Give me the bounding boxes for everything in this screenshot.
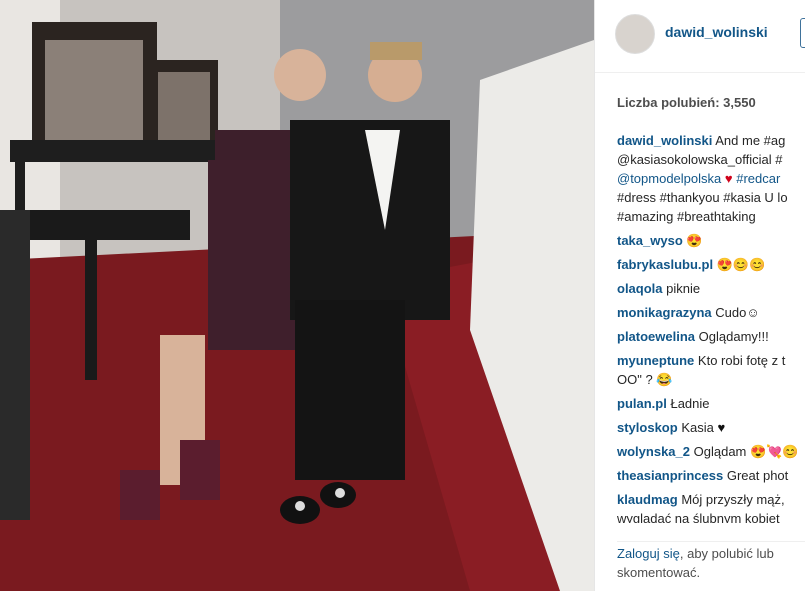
comment: platoewelina Oglądamy!!!: [617, 327, 805, 346]
caption-line: #dress #thankyou #kasia U lo: [617, 190, 788, 205]
comment-text: Oglądamy!!!: [698, 329, 769, 344]
comment-text: 😍😊😊: [716, 257, 766, 272]
comment-username[interactable]: platoewelina: [617, 329, 695, 344]
comment-text: Cudo☺: [715, 305, 760, 320]
caption-mention[interactable]: @topmodelpolska: [617, 171, 721, 186]
comment-text: Mój przyszły mąż,: [681, 492, 785, 507]
comment-username[interactable]: pulan.pl: [617, 396, 667, 411]
post-username[interactable]: dawid_wolinski: [665, 24, 768, 40]
comment-username[interactable]: taka_wyso: [617, 233, 683, 248]
comment: taka_wyso 😍: [617, 231, 805, 250]
comment-text: Oglądam 😍💘😊: [693, 444, 799, 459]
post-header: dawid_wolinski: [595, 0, 805, 73]
login-link[interactable]: Zaloguj się: [617, 546, 680, 561]
comment-text: wyglądać na ślubnym kobiet: [617, 511, 780, 523]
comment-username[interactable]: theasianprincess: [617, 468, 723, 483]
comment: wolynska_2 Oglądam 😍💘😊: [617, 442, 805, 461]
caption-line: @kasiasokolowska_official #: [617, 152, 783, 167]
post-sidebar: dawid_wolinski Liczba polubień: 3,550 da…: [594, 0, 805, 591]
comment: styloskop Kasia ♥: [617, 418, 805, 437]
comment-username[interactable]: monikagrazyna: [617, 305, 712, 320]
login-prompt: Zaloguj się, aby polubić lub skomentować…: [617, 541, 805, 582]
comment: theasianprincess Great phot: [617, 466, 805, 485]
likes-count: Liczba polubień: 3,550: [617, 95, 756, 110]
login-prompt-text: skomentować.: [617, 565, 701, 580]
comment-text: Ładnie: [670, 396, 710, 411]
caption-hashtag[interactable]: #redcar: [736, 171, 780, 186]
follow-button[interactable]: [800, 18, 805, 48]
caption-username[interactable]: dawid_wolinski: [617, 133, 712, 148]
avatar[interactable]: [615, 14, 655, 54]
comments-list: dawid_wolinski And me #ag @kasiasokolows…: [617, 131, 805, 523]
comment-username[interactable]: myuneptune: [617, 353, 694, 368]
comment-text: Kasia: [681, 420, 714, 435]
comment-username[interactable]: fabrykaslubu.pl: [617, 257, 713, 272]
caption-line: #amazing #breathtaking: [617, 209, 756, 224]
caption-line: And me #ag: [715, 133, 786, 148]
comment: klaudmag Mój przyszły mąż,: [617, 490, 805, 509]
comment: pulan.pl Ładnie: [617, 394, 805, 413]
comment-text: Kto robi fotę z t: [697, 353, 786, 368]
comment: monikagrazyna Cudo☺: [617, 303, 805, 322]
comment: myuneptune Kto robi fotę z t: [617, 351, 805, 370]
comment-text: OO" ? 😂: [617, 372, 673, 387]
comment-username[interactable]: klaudmag: [617, 492, 678, 507]
comment-text: Great phot: [726, 468, 789, 483]
comment-username[interactable]: wolynska_2: [617, 444, 690, 459]
comment: olaqola piknie: [617, 279, 805, 298]
comment-username[interactable]: styloskop: [617, 420, 678, 435]
comment-text: piknie: [666, 281, 701, 296]
login-prompt-text: , aby polubić lub: [679, 546, 774, 561]
comment-username[interactable]: olaqola: [617, 281, 663, 296]
heart-icon: ♥: [724, 171, 733, 186]
caption: dawid_wolinski And me #ag: [617, 131, 805, 150]
comment-text: 😍: [686, 233, 703, 248]
black-heart-icon: ♥: [717, 420, 726, 435]
comment: fabrykaslubu.pl 😍😊😊: [617, 255, 805, 274]
caption-line: @topmodelpolska ♥ #redcar: [617, 169, 805, 188]
post-photo: [0, 0, 594, 591]
